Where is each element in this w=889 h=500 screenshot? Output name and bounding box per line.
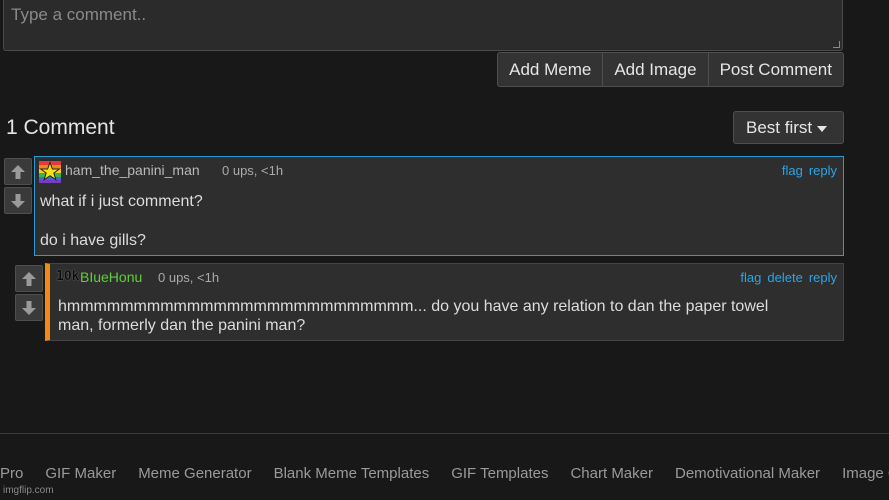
footer-link-pro[interactable]: Pro [0, 465, 23, 482]
downvote-button[interactable] [4, 187, 32, 214]
footer-link-demotivational-maker[interactable]: Demotivational Maker [675, 465, 820, 482]
upvote-button[interactable] [15, 265, 43, 292]
watermark: imgflip.com [3, 485, 54, 496]
comment-composer[interactable] [3, 0, 843, 51]
comment-count: 1 Comment [6, 116, 115, 139]
arrow-down-icon [22, 300, 36, 315]
footer-link-chart-maker[interactable]: Chart Maker [570, 465, 653, 482]
delete-link[interactable]: delete [767, 270, 802, 285]
add-meme-button[interactable]: Add Meme [497, 52, 604, 87]
flag-link[interactable]: flag [740, 270, 761, 285]
sort-label: Best first [746, 118, 813, 137]
composer-actions: Add Meme Add Image Post Comment [497, 52, 844, 87]
post-comment-button[interactable]: Post Comment [708, 52, 844, 87]
comment-text: what if i just comment? [40, 193, 203, 210]
reply-link[interactable]: reply [809, 163, 837, 178]
arrow-up-icon [11, 164, 25, 179]
points-badge: 10k [56, 269, 80, 284]
footer-divider [0, 433, 889, 434]
comment-header: 10k BIueHonu 0 ups, <1h flag delete reply [50, 264, 843, 286]
footer-link-gif-maker[interactable]: GIF Maker [45, 465, 116, 482]
comment-input[interactable] [4, 0, 842, 50]
flag-link[interactable]: flag [782, 163, 803, 178]
comment-actions: flag reply [776, 163, 837, 178]
downvote-button[interactable] [15, 294, 43, 321]
comment-meta: 0 ups, <1h [222, 163, 284, 178]
reply-link[interactable]: reply [809, 270, 837, 285]
comment-text: hmmmmmmmmmmmmmmmmmmmmmmmmmm... do you ha… [58, 298, 769, 315]
comment-author[interactable]: ham_the_panini_man [65, 162, 200, 178]
sort-dropdown[interactable]: Best first [733, 111, 844, 144]
add-image-button[interactable]: Add Image [603, 52, 709, 87]
footer-link-image-c[interactable]: Image C [842, 465, 889, 482]
comment-header: ham_the_panini_man 0 ups, <1h flag reply [35, 157, 843, 183]
arrow-down-icon [11, 193, 25, 208]
upvote-button[interactable] [4, 158, 32, 185]
resize-handle[interactable] [833, 41, 840, 48]
arrow-up-icon [22, 271, 36, 286]
comment-text: do i have gills? [40, 232, 146, 249]
comment-meta: 0 ups, <1h [158, 270, 220, 285]
footer-link-gif-templates[interactable]: GIF Templates [451, 465, 548, 482]
vote-controls [4, 158, 32, 214]
comment: ham_the_panini_man 0 ups, <1h flag reply … [34, 156, 844, 256]
chevron-down-icon [817, 125, 828, 132]
comment-actions: flag delete reply [734, 270, 837, 285]
footer-link-meme-generator[interactable]: Meme Generator [138, 465, 251, 482]
footer-nav: Pro GIF Maker Meme Generator Blank Meme Tem… [0, 465, 889, 482]
comment-text: man, formerly dan the panini man? [58, 317, 306, 334]
footer-link-blank-templates[interactable]: Blank Meme Templates [274, 465, 430, 482]
vote-controls [15, 265, 43, 321]
reply-comment: 10k BIueHonu 0 ups, <1h flag delete reply … [45, 263, 844, 341]
comment-author[interactable]: BIueHonu [80, 269, 142, 285]
rainbow-star-avatar-icon [39, 161, 61, 183]
